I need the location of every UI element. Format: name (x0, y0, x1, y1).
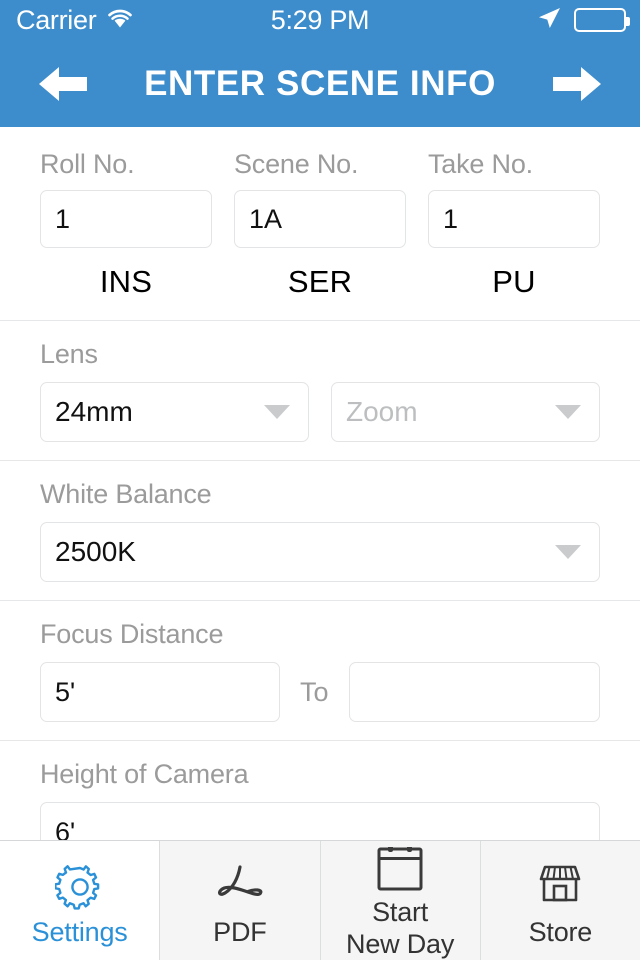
section-lens: Lens 24mm Zoom (0, 321, 640, 460)
chevron-down-icon (555, 405, 581, 419)
input-focus-distance-to[interactable] (348, 662, 600, 722)
dropdown-lens-zoom[interactable]: Zoom (331, 382, 600, 442)
app-screen: Carrier 5:29 PM ENTER SCENE INFO Roll No… (0, 0, 640, 960)
field-label-lens: Lens (40, 339, 98, 369)
field-label-focus-distance: Focus Distance (40, 619, 224, 649)
dropdown-white-balance[interactable]: 2500K (40, 522, 600, 582)
gear-icon (54, 860, 105, 912)
field-take-no: Take No. 1 (428, 149, 600, 248)
tab-store[interactable]: Store (480, 841, 640, 960)
field-label-scene-no: Scene No. (234, 149, 359, 179)
dropdown-lens-focal-length[interactable]: 24mm (40, 382, 309, 442)
arrow-left-icon[interactable] (34, 61, 92, 107)
input-roll-no[interactable]: 1 (40, 190, 212, 248)
carrier-label: Carrier (16, 4, 97, 35)
abbr-pu[interactable]: PU (428, 264, 600, 300)
input-scene-no[interactable]: 1A (234, 190, 406, 248)
tab-label-line-1: Start (372, 897, 429, 927)
chevron-down-icon (264, 405, 290, 419)
dropdown-lens-value: 24mm (55, 396, 133, 427)
abbr-ins[interactable]: INS (40, 264, 212, 300)
abbr-ser[interactable]: SER (234, 264, 406, 300)
field-roll-no: Roll No. 1 (40, 149, 212, 248)
input-take-no[interactable]: 1 (428, 190, 600, 248)
section-white-balance: White Balance 2500K (0, 461, 640, 600)
arrow-right-icon[interactable] (548, 61, 606, 107)
section-scene-numbers: Roll No. 1 Scene No. 1A Take No. 1 INS S… (0, 127, 640, 320)
pdf-acrobat-icon (214, 860, 266, 912)
page-title: ENTER SCENE INFO (144, 63, 496, 103)
tab-label-start-new-day: Start New Day (346, 896, 454, 960)
scene-number-fields: Roll No. 1 Scene No. 1A Take No. 1 (40, 149, 600, 248)
input-height-of-camera[interactable]: 6' (40, 802, 600, 840)
chevron-down-icon (555, 545, 581, 559)
field-label-white-balance: White Balance (40, 479, 212, 509)
calendar-icon (373, 847, 427, 892)
navigation-bar: ENTER SCENE INFO (0, 40, 640, 127)
wifi-icon (106, 7, 134, 34)
field-label-roll-no: Roll No. (40, 149, 135, 179)
tab-label-store: Store (528, 916, 593, 947)
battery-icon (574, 8, 630, 32)
tab-pdf[interactable]: PDF (160, 841, 321, 960)
tab-bar: Settings PDF Start New Day Store (0, 840, 640, 960)
status-bar-left: Carrier (0, 5, 134, 36)
status-bar-right (536, 5, 630, 36)
location-arrow-icon (536, 5, 562, 36)
field-label-take-no: Take No. (428, 149, 533, 179)
section-height-of-camera: Height of Camera 6' (0, 741, 640, 840)
form-content: Roll No. 1 Scene No. 1A Take No. 1 INS S… (0, 127, 640, 840)
tab-label-pdf: PDF (213, 916, 267, 947)
status-bar: Carrier 5:29 PM (0, 0, 640, 40)
dropdown-white-balance-value: 2500K (55, 536, 136, 567)
field-scene-no: Scene No. 1A (234, 149, 406, 248)
section-focus-distance: Focus Distance 5' To (0, 601, 640, 740)
focus-distance-fields: 5' To (40, 662, 600, 722)
input-focus-distance-from[interactable]: 5' (40, 662, 280, 722)
lens-fields: 24mm Zoom (40, 382, 600, 442)
storefront-icon (531, 860, 589, 912)
tab-label-settings: Settings (31, 916, 128, 947)
scene-abbreviation-row: INS SER PU (40, 264, 600, 300)
tab-start-new-day[interactable]: Start New Day (320, 841, 481, 960)
tab-settings[interactable]: Settings (0, 841, 161, 960)
dropdown-zoom-placeholder: Zoom (346, 396, 418, 427)
tab-label-line-2: New Day (346, 929, 455, 959)
field-label-height-of-camera: Height of Camera (40, 759, 249, 789)
focus-to-label: To (300, 676, 329, 707)
